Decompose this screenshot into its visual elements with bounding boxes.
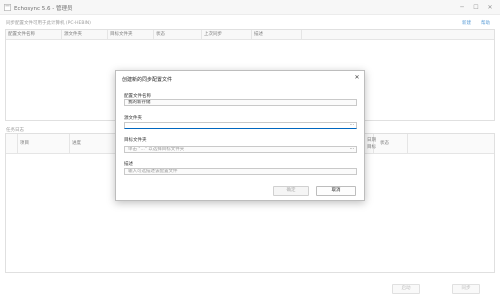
browse-target-button[interactable]: ··· (350, 147, 354, 152)
description-field[interactable]: 输入可选描述该配置文件 (124, 168, 357, 175)
close-icon[interactable]: ✕ (353, 74, 361, 82)
browse-source-button[interactable]: ··· (350, 123, 354, 128)
new-profile-dialog: 创建新的同步配置文件 ✕ 配置文件名称 我的新存储 源文件夹 ··· 目标文件夹… (115, 70, 365, 201)
target-folder-field[interactable]: 单击 "..." 以选择目标文件夹 ··· (124, 146, 357, 153)
target-folder-label: 目标文件夹 (124, 138, 147, 143)
dialog-title: 创建新的同步配置文件 (122, 77, 173, 83)
source-folder-label: 源文件夹 (124, 116, 142, 121)
target-folder-placeholder: 单击 "..." 以选择目标文件夹 (128, 147, 185, 152)
ok-button[interactable]: 确定 (273, 186, 309, 196)
cancel-button[interactable]: 取消 (316, 186, 356, 196)
description-label: 描述 (124, 162, 133, 167)
source-folder-field[interactable]: ··· (124, 122, 357, 129)
profile-name-field[interactable]: 我的新存储 (124, 99, 357, 106)
